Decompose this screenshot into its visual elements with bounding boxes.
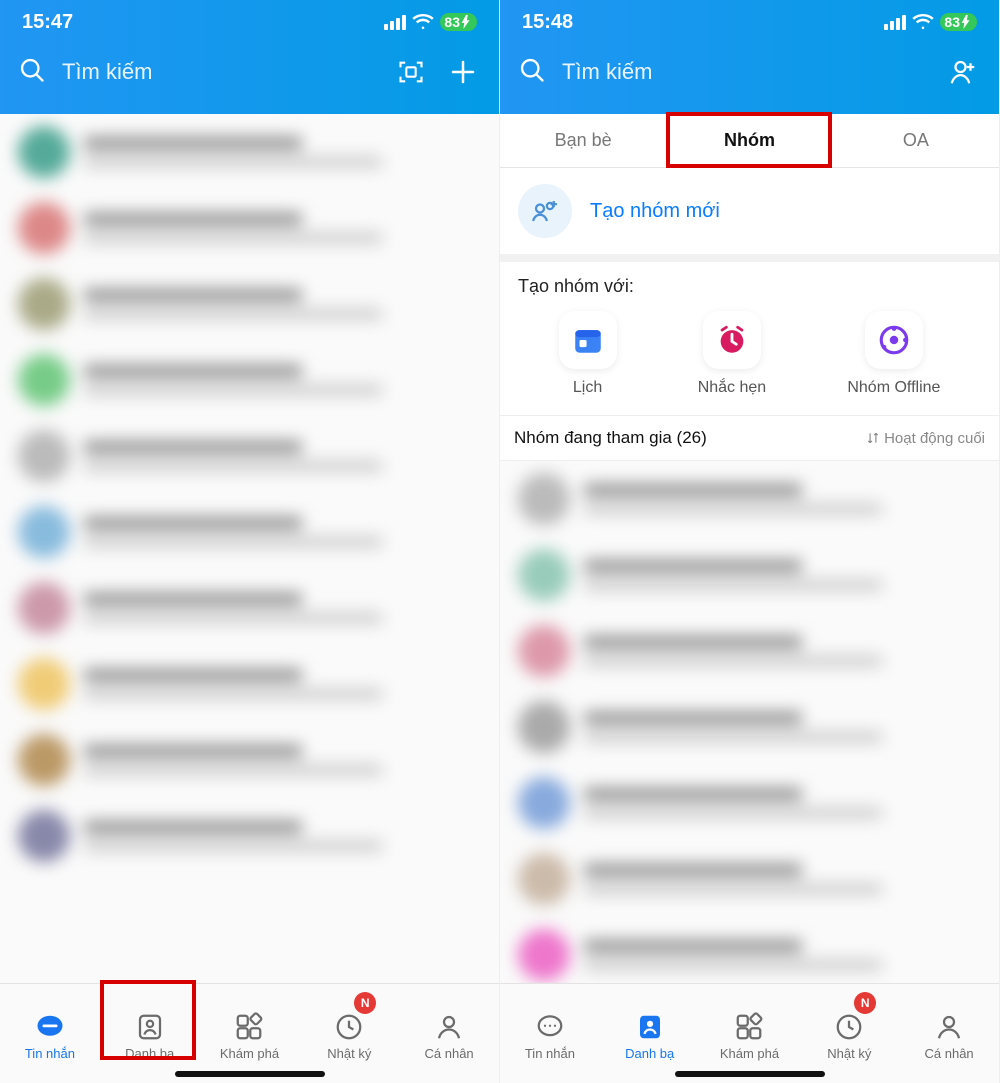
wifi-icon: [412, 14, 434, 30]
offline-icon: [865, 311, 923, 369]
conversation-list[interactable]: [0, 114, 499, 983]
plus-icon[interactable]: [445, 54, 481, 90]
signal-icon: [884, 15, 906, 30]
home-indicator[interactable]: [675, 1071, 825, 1077]
status-right: 83: [884, 13, 977, 31]
nav-label: Danh bạ: [125, 1046, 174, 1061]
create-group-label: Tạo nhóm mới: [590, 200, 720, 223]
nav-messages[interactable]: Tin nhắn: [0, 984, 100, 1083]
status-bar: 15:47 83: [0, 0, 499, 44]
search-row: Tìm kiếm: [500, 44, 999, 114]
nav-profile[interactable]: Cá nhân: [399, 984, 499, 1083]
search-icon[interactable]: [518, 56, 546, 89]
nav-label: Cá nhân: [425, 1046, 474, 1061]
option-reminder[interactable]: Nhắc hẹn: [698, 311, 767, 397]
nav-label: Tin nhắn: [25, 1046, 75, 1061]
nav-timeline[interactable]: N Nhật ký: [799, 984, 899, 1083]
blurred-content: [500, 461, 999, 983]
nav-discover[interactable]: Khám phá: [700, 984, 800, 1083]
opt-label: Nhắc hẹn: [698, 379, 767, 397]
nav-badge: N: [354, 992, 376, 1014]
battery-badge: 83: [940, 13, 977, 31]
group-list[interactable]: [500, 461, 999, 983]
nav-label: Nhật ký: [327, 1046, 371, 1061]
wifi-icon: [912, 14, 934, 30]
nav-badge: N: [854, 992, 876, 1014]
tab-groups[interactable]: Nhóm: [666, 114, 832, 167]
opt-label: Nhóm Offline: [847, 379, 940, 397]
tab-oa[interactable]: OA: [833, 114, 999, 167]
qr-icon[interactable]: [393, 54, 429, 90]
search-row: Tìm kiếm: [0, 44, 499, 114]
status-header: 15:47 83 Tìm kiếm: [0, 0, 499, 114]
bottom-nav: Tin nhắn Danh bạ Khám phá N Nhật ký Cá n…: [0, 983, 499, 1083]
bottom-nav: Tin nhắn Danh bạ Khám phá N Nhật ký Cá n…: [500, 983, 999, 1083]
nav-label: Khám phá: [220, 1046, 279, 1061]
create-with-section: Tạo nhóm với: Lịch Nhắc hẹn Nhóm Offline: [500, 262, 999, 416]
status-right: 83: [384, 13, 477, 31]
nav-label: Tin nhắn: [525, 1046, 575, 1061]
add-friend-icon[interactable]: [945, 54, 981, 90]
reminder-icon: [703, 311, 761, 369]
search-input[interactable]: Tìm kiếm: [562, 59, 929, 85]
sort-button[interactable]: Hoạt động cuối: [866, 430, 985, 447]
sort-label: Hoạt động cuối: [884, 430, 985, 447]
opt-label: Lịch: [573, 379, 602, 397]
status-bar: 15:48 83: [500, 0, 999, 44]
screen-messages: 15:47 83 Tìm kiếm: [0, 0, 500, 1083]
tabs-wrapper: Bạn bè Nhóm OA: [500, 114, 999, 168]
battery-badge: 83: [440, 13, 477, 31]
nav-label: Khám phá: [720, 1046, 779, 1061]
contact-tabs: Bạn bè Nhóm OA: [500, 114, 999, 168]
home-indicator[interactable]: [175, 1071, 325, 1077]
nav-label: Cá nhân: [925, 1046, 974, 1061]
nav-label: Danh bạ: [625, 1046, 674, 1061]
search-input[interactable]: Tìm kiếm: [62, 59, 377, 85]
nav-contacts[interactable]: Danh bạ: [100, 984, 200, 1083]
joined-groups-label: Nhóm đang tham gia (26): [514, 428, 707, 448]
nav-profile[interactable]: Cá nhân: [899, 984, 999, 1083]
nav-discover[interactable]: Khám phá: [200, 984, 300, 1083]
joined-groups-bar: Nhóm đang tham gia (26) Hoạt động cuối: [500, 416, 999, 461]
battery-label: 83: [944, 14, 960, 30]
status-header: 15:48 83 Tìm kiếm: [500, 0, 999, 114]
option-calendar[interactable]: Lịch: [559, 311, 617, 397]
create-group-row[interactable]: Tạo nhóm mới: [500, 168, 999, 262]
calendar-icon: [559, 311, 617, 369]
create-with-title: Tạo nhóm với:: [518, 276, 981, 297]
search-icon[interactable]: [18, 56, 46, 89]
nav-timeline[interactable]: N Nhật ký: [299, 984, 399, 1083]
option-offline[interactable]: Nhóm Offline: [847, 311, 940, 397]
nav-contacts[interactable]: Danh bạ: [600, 984, 700, 1083]
tab-friends[interactable]: Bạn bè: [500, 114, 666, 167]
nav-label: Nhật ký: [827, 1046, 871, 1061]
battery-label: 83: [444, 14, 460, 30]
time-label: 15:47: [22, 11, 73, 34]
screen-contacts-groups: 15:48 83 Tìm kiếm Bạn bè: [500, 0, 1000, 1083]
time-label: 15:48: [522, 11, 573, 34]
nav-messages[interactable]: Tin nhắn: [500, 984, 600, 1083]
create-group-icon: [518, 184, 572, 238]
blurred-content: [0, 114, 499, 983]
signal-icon: [384, 15, 406, 30]
